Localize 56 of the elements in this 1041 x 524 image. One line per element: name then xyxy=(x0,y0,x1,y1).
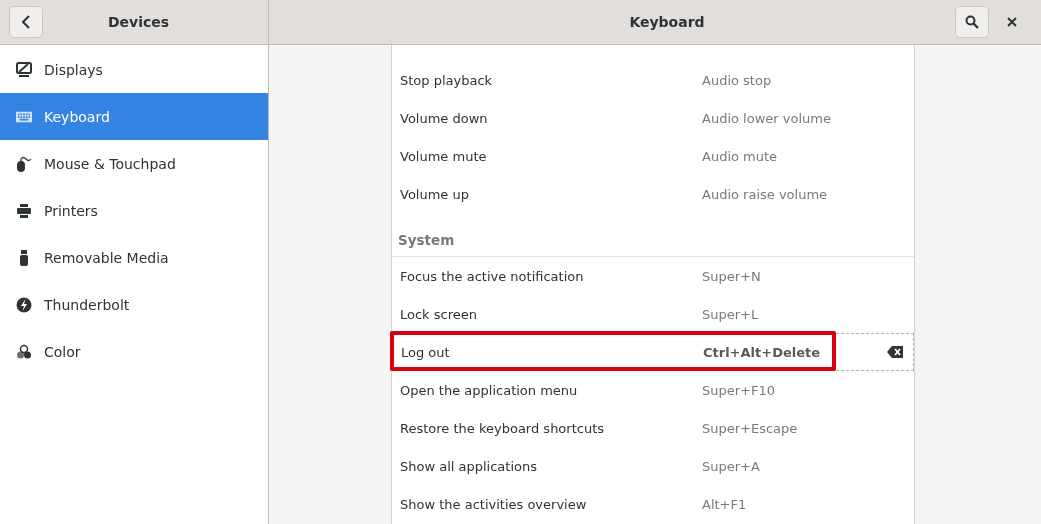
shortcut-row[interactable]: Volume mute Audio mute xyxy=(392,137,914,175)
printer-icon xyxy=(16,202,32,219)
keyboard-icon xyxy=(16,110,32,123)
shortcut-name: Show the activities overview xyxy=(400,496,588,512)
sidebar-title: Devices xyxy=(106,14,171,30)
shortcut-keys: Ctrl+Alt+Delete xyxy=(703,344,821,360)
mouse-icon xyxy=(16,155,32,172)
shortcut-row[interactable]: Restore the keyboard shortcuts Super+Escape xyxy=(392,409,914,447)
shortcut-name: Volume down xyxy=(400,110,489,126)
shortcut-name: Open the application menu xyxy=(400,382,579,398)
sidebar-item[interactable]: Thunderbolt xyxy=(0,281,268,328)
shortcut-name: Focus the active notification xyxy=(400,268,585,284)
shortcut-keys: Audio raise volume xyxy=(702,186,828,202)
shortcut-name: Restore the keyboard shortcuts xyxy=(400,420,606,436)
shortcut-name: Volume up xyxy=(400,186,470,202)
shortcut-row[interactable]: Show the activities overview Alt+F1 xyxy=(392,485,914,523)
sidebar-item[interactable]: Printers xyxy=(0,187,268,234)
shortcut-keys: Super+F10 xyxy=(702,382,775,398)
sidebar-item[interactable]: Color xyxy=(0,328,268,375)
shortcut-keys: Super+N xyxy=(702,268,761,284)
shortcut-row[interactable]: Log out Ctrl+Alt+Delete xyxy=(392,333,914,371)
sidebar-item[interactable]: Removable Media xyxy=(0,234,268,281)
sidebar-item[interactable]: Keyboard xyxy=(0,93,268,140)
shortcut-name: Log out xyxy=(401,344,451,360)
shortcut-keys: Super+A xyxy=(702,458,760,474)
shortcut-row[interactable]: Open the application menu Super+F10 xyxy=(392,371,914,409)
backspace-icon[interactable] xyxy=(887,346,903,358)
shortcut-keys: Audio lower volume xyxy=(702,110,831,126)
shortcut-keys: Audio mute xyxy=(702,148,778,164)
sidebar-item[interactable]: Mouse & Touchpad xyxy=(0,140,268,187)
shortcut-row[interactable]: Lock screen Super+L xyxy=(392,295,914,333)
shortcut-name: Stop playback xyxy=(400,72,494,88)
close-icon xyxy=(1007,17,1017,27)
shortcut-name: Volume mute xyxy=(400,148,488,164)
section-heading: System xyxy=(392,213,914,257)
shortcut-row[interactable]: Volume up Audio raise volume xyxy=(392,175,914,213)
shortcut-keys: Super+L xyxy=(702,306,759,322)
shortcut-keys: Alt+F1 xyxy=(702,496,747,512)
shortcut-row[interactable]: Volume down Audio lower volume xyxy=(392,99,914,137)
back-button[interactable] xyxy=(9,6,43,38)
search-button[interactable] xyxy=(955,6,989,38)
shortcut-row[interactable]: Stop playback Audio stop xyxy=(392,61,914,99)
shortcut-row[interactable]: Focus the active notification Super+N xyxy=(392,257,914,295)
shortcut-row[interactable]: Show all applications Super+A xyxy=(392,447,914,485)
back-icon xyxy=(21,15,31,29)
shortcut-keys: Super+Escape xyxy=(702,420,798,436)
window-title: Keyboard xyxy=(628,14,706,30)
search-icon xyxy=(965,15,979,29)
color-circles-icon xyxy=(16,343,32,360)
shortcut-name: Show all applications xyxy=(400,458,538,474)
lightning-bolt-icon xyxy=(16,296,32,313)
shortcut-name: Lock screen xyxy=(400,306,478,322)
monitor-icon xyxy=(16,61,32,78)
usb-stick-icon xyxy=(19,249,29,266)
sidebar-item[interactable]: Displays xyxy=(0,46,268,93)
shortcut-keys: Audio stop xyxy=(702,72,772,88)
